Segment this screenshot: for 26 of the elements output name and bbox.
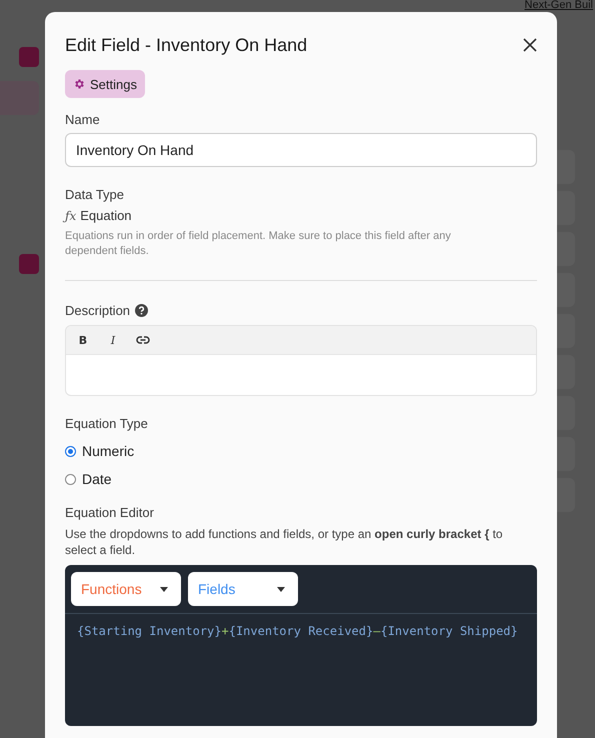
name-field[interactable]: Inventory On Hand: [65, 133, 537, 167]
close-icon[interactable]: [523, 38, 537, 52]
field-label: Data Type: [65, 187, 126, 202]
equation-text: {Starting Inventory}+{Inventory Received}–{Inventory Shipped}: [76, 623, 519, 640]
radio-button[interactable]: [65, 474, 76, 484]
field-label: Equation Type: [65, 416, 149, 431]
dialog-title: Edit Field - Inventory On Hand: [65, 34, 308, 56]
data-type-value: Equation: [80, 208, 132, 223]
page-header-text: Next-Gen Buil: [524, 0, 593, 11]
bold-button[interactable]: B: [72, 330, 94, 350]
function-icon: ƒx: [65, 208, 76, 222]
help-text: Equations run in order of field placement. Make sure to place this field after any dependent fields.: [65, 229, 452, 259]
help-text: Use the dropdowns to add functions and fields, or type an open curly bracket { to select a field.: [65, 526, 504, 558]
field-label: Equation Editor: [65, 505, 155, 520]
description-editor[interactable]: B I: [65, 325, 537, 396]
field-label: Name: [65, 112, 101, 127]
radio-label[interactable]: Date: [82, 471, 112, 487]
settings-tab[interactable]: Settings: [65, 70, 145, 98]
italic-button[interactable]: I: [102, 330, 124, 350]
gear-icon: [73, 78, 85, 90]
caret-icon: [277, 586, 285, 592]
radio-button[interactable]: [65, 446, 76, 456]
field-label: Description: [65, 303, 130, 318]
help-icon[interactable]: [135, 304, 148, 317]
caret-icon: [160, 586, 168, 592]
radio-label[interactable]: Numeric: [82, 443, 134, 459]
